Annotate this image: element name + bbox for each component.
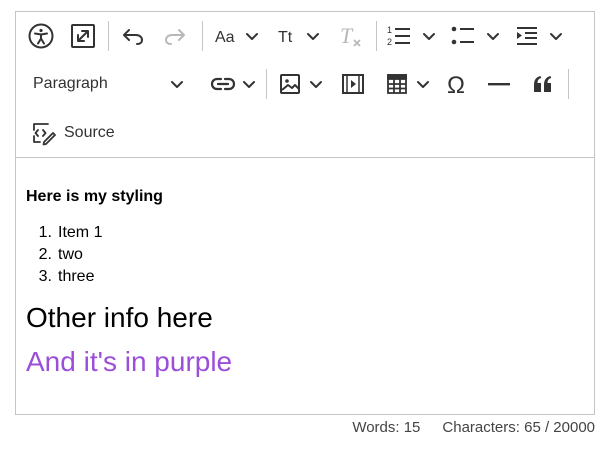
paragraph-format-select[interactable]: Paragraph xyxy=(26,69,192,99)
horizontal-line-button[interactable] xyxy=(482,67,516,101)
source-button-label: Source xyxy=(64,124,115,141)
chevron-down-icon xyxy=(550,33,562,40)
chevron-down-icon xyxy=(417,81,429,88)
numbered-list-icon: 1 2 xyxy=(387,25,410,47)
toolbar-separator xyxy=(568,69,569,99)
special-characters-icon: Ω xyxy=(447,72,465,96)
chevron-down-icon xyxy=(487,33,499,40)
indent-dropdown[interactable] xyxy=(512,19,568,53)
fullscreen-button[interactable] xyxy=(66,19,100,53)
source-button[interactable]: Source xyxy=(30,116,115,150)
large-text-line: Other info here xyxy=(26,302,213,333)
list-item-text: three xyxy=(58,268,95,285)
link-icon xyxy=(210,77,236,91)
special-characters-button[interactable]: Ω xyxy=(440,67,474,101)
undo-icon xyxy=(123,29,143,45)
table-icon xyxy=(387,74,407,94)
chevron-down-icon xyxy=(246,33,258,40)
blockquote-button[interactable] xyxy=(526,67,560,101)
list-item-text: two xyxy=(58,246,83,263)
font-size-dropdown[interactable]: Tt xyxy=(274,19,326,53)
svg-text:2: 2 xyxy=(387,37,392,47)
svg-text:Aa: Aa xyxy=(215,29,235,45)
svg-text:Tt: Tt xyxy=(278,29,293,45)
rich-text-editor: Aa Tt T 1 2 Paragraph Ω Source Here is m… xyxy=(15,11,595,415)
numbered-list-dropdown[interactable]: 1 2 xyxy=(384,19,440,53)
fullscreen-icon xyxy=(71,24,95,48)
chevron-down-icon xyxy=(171,81,183,88)
font-family-icon: Aa xyxy=(215,29,235,45)
indent-icon xyxy=(517,27,537,45)
undo-button[interactable] xyxy=(116,19,150,53)
media-icon xyxy=(342,74,364,94)
list-item: 3. three xyxy=(26,266,102,288)
list-item-number: 2. xyxy=(38,246,52,263)
redo-icon xyxy=(165,29,185,45)
svg-text:Ω: Ω xyxy=(447,72,465,96)
purple-text-line: And it's in purple xyxy=(26,346,233,377)
font-family-dropdown[interactable]: Aa xyxy=(212,19,264,53)
toolbar-separator xyxy=(266,69,267,99)
content-heading: Here is my styling xyxy=(26,188,163,205)
editor-toolbar: Aa Tt T 1 2 Paragraph Ω Source xyxy=(16,12,594,158)
list-item-number: 3. xyxy=(38,268,52,285)
character-count: Characters: 65 / 20000 xyxy=(442,419,595,436)
chevron-down-icon xyxy=(310,81,322,88)
insert-media-button[interactable] xyxy=(336,67,370,101)
table-dropdown[interactable] xyxy=(380,67,438,101)
ordered-list: 1. Item 1 2. two 3. three xyxy=(26,222,103,288)
svg-text:T: T xyxy=(340,23,354,48)
image-icon xyxy=(280,74,300,94)
paragraph-format-value: Paragraph xyxy=(33,75,108,92)
list-item-number: 1. xyxy=(38,224,52,241)
chevron-down-icon xyxy=(307,33,319,40)
image-dropdown[interactable] xyxy=(274,67,330,101)
bulleted-list-icon xyxy=(451,26,474,45)
toolbar-separator xyxy=(376,21,377,51)
redo-button[interactable] xyxy=(158,19,192,53)
font-size-icon: Tt xyxy=(278,29,293,45)
list-item-text: Item 1 xyxy=(58,224,103,241)
link-dropdown[interactable] xyxy=(206,67,262,101)
toolbar-separator xyxy=(108,21,109,51)
remove-format-icon: T xyxy=(340,23,361,48)
toolbar-separator xyxy=(202,21,203,51)
bulleted-list-dropdown[interactable] xyxy=(448,19,504,53)
remove-format-button[interactable]: T xyxy=(334,19,368,53)
blockquote-icon xyxy=(534,76,552,92)
chevron-down-icon xyxy=(423,33,435,40)
horizontal-line-icon xyxy=(488,83,510,86)
accessibility-button[interactable] xyxy=(24,19,58,53)
svg-text:1: 1 xyxy=(387,25,392,35)
source-code-icon xyxy=(33,123,56,146)
word-count: Words: 15 xyxy=(352,419,421,436)
editor-status-bar: Words: 15 Characters: 65 / 20000 xyxy=(352,419,595,436)
list-item: 2. two xyxy=(26,244,102,266)
accessibility-icon xyxy=(28,23,54,49)
list-item: 1. Item 1 xyxy=(26,222,103,244)
chevron-down-icon xyxy=(243,81,255,88)
